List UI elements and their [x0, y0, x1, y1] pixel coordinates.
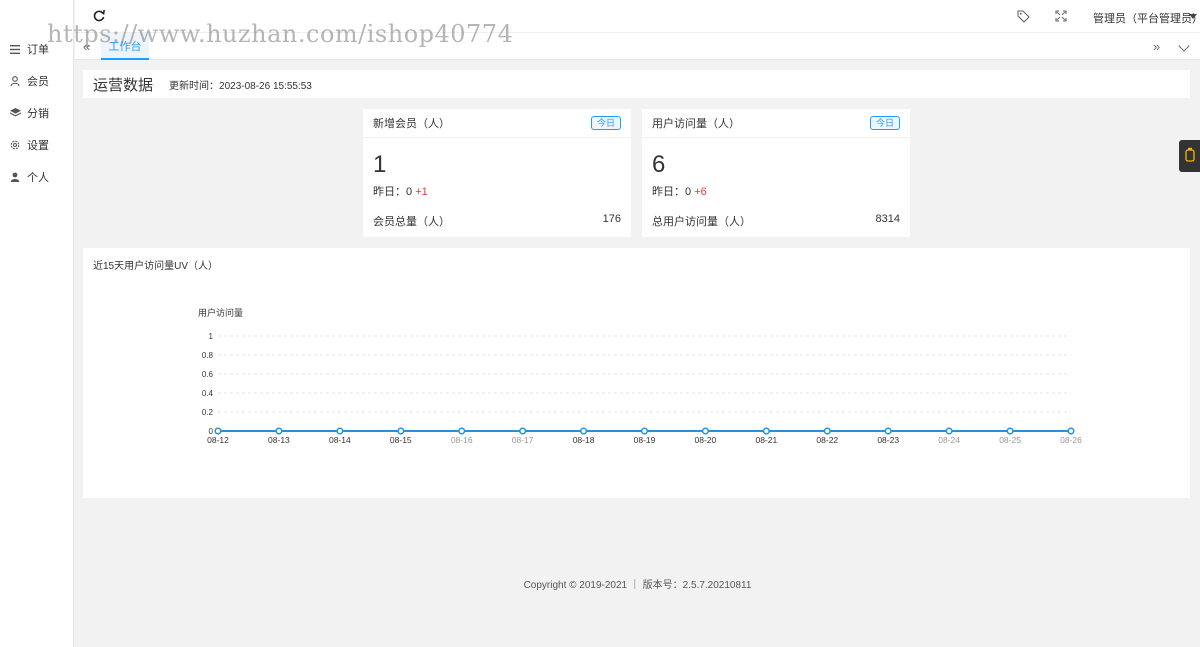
y-tick-label: 1 — [209, 332, 214, 341]
footer-copyright: Copyright © 2019-2021 ｜ 版本号：2.5.7.202108… — [523, 580, 752, 591]
user-outline-icon — [9, 75, 21, 87]
data-point — [336, 427, 344, 435]
gear-icon — [9, 139, 21, 151]
person-icon — [9, 171, 21, 183]
sidebar-item-label: 订单 — [27, 44, 49, 56]
fullscreen-icon[interactable] — [1055, 10, 1067, 25]
stat-title: 新增会员（人） — [373, 118, 450, 130]
stat-title: 用户访问量（人） — [652, 118, 740, 130]
data-point — [397, 427, 405, 435]
sidebar-item-label: 个人 — [27, 172, 49, 184]
sidebar-item-label: 会员 — [27, 76, 49, 88]
data-point — [823, 427, 831, 435]
sidebar-item-label: 分销 — [27, 108, 49, 120]
page-title: 运营数据 — [93, 76, 154, 94]
x-tick-label: 08-13 — [268, 435, 290, 445]
data-point — [1006, 427, 1014, 435]
x-tick-label: 08-22 — [816, 435, 838, 445]
x-tick-label: 08-14 — [329, 435, 351, 445]
x-tick-label: 08-16 — [451, 435, 473, 445]
sidebar-item-settings[interactable]: 设置 — [0, 133, 74, 157]
data-point — [945, 427, 953, 435]
data-point — [762, 427, 770, 435]
sidebar-item-label: 设置 — [27, 140, 49, 152]
data-point — [519, 427, 527, 435]
yesterday-label: 昨日： — [373, 186, 406, 198]
x-tick-label: 08-25 — [999, 435, 1021, 445]
stat-yesterday: 昨日：0 +1 — [373, 183, 428, 199]
list-icon — [9, 43, 21, 55]
x-tick-label: 08-12 — [207, 435, 229, 445]
yesterday-label: 昨日： — [652, 186, 685, 198]
delta-value: +6 — [694, 186, 707, 198]
x-tick-label: 08-17 — [512, 435, 534, 445]
y-axis-label: 用户访问量 — [198, 307, 243, 318]
delta-value: +1 — [415, 186, 428, 198]
sidebar-item-members[interactable]: 会员 — [0, 69, 74, 93]
sidebar-item-profile[interactable]: 个人 — [0, 165, 74, 189]
data-point — [1067, 427, 1075, 435]
y-tick-label: 0.4 — [202, 389, 214, 398]
yesterday-value: 0 — [685, 186, 692, 198]
data-point — [275, 427, 283, 435]
x-tick-label: 08-21 — [755, 435, 777, 445]
uv-chart-card: 近15天用户访问量UV（人） 用户访问量 0 0.2 0.4 0.6 0.8 1 08-12 0… — [83, 248, 1190, 498]
yesterday-value: 0 — [406, 186, 413, 198]
stat-yesterday: 昨日：0 +6 — [652, 183, 707, 199]
cup-icon — [1184, 147, 1196, 166]
tag-icon[interactable] — [1017, 10, 1030, 26]
total-value: 176 — [602, 213, 621, 225]
x-tick-label: 08-24 — [938, 435, 960, 445]
today-badge: 今日 — [590, 116, 621, 130]
total-label: 会员总量（人） — [373, 216, 450, 228]
x-tick-label: 08-18 — [573, 435, 595, 445]
x-tick-label: 08-20 — [695, 435, 717, 445]
caret-down-icon[interactable] — [1189, 14, 1197, 19]
stat-card-user-visits: 用户访问量（人） 今日 6 昨日：0 +6 总用户访问量（人） 8314 — [642, 109, 910, 237]
x-tick-label: 08-15 — [390, 435, 412, 445]
admin-menu[interactable]: 管理员（平台管理员） — [1093, 10, 1200, 26]
y-tick-label: 0.2 — [202, 408, 214, 417]
y-tick-label: 0.8 — [202, 351, 214, 360]
data-point — [458, 427, 466, 435]
layers-icon — [9, 107, 21, 119]
floating-tool-button[interactable] — [1179, 140, 1200, 172]
today-badge: 今日 — [869, 116, 900, 130]
x-tick-label: 08-19 — [634, 435, 656, 445]
sidebar-item-distribution[interactable]: 分销 — [0, 101, 74, 125]
watermark-url: https://www.huzhan.com/ishop40774 — [47, 20, 514, 48]
stat-value: 1 — [373, 151, 387, 178]
stat-card-new-members: 新增会员（人） 今日 1 昨日：0 +1 会员总量（人） 176 — [363, 109, 631, 237]
sidebar: 订单 会员 分销 设置 个人 — [0, 0, 74, 647]
data-point — [701, 427, 709, 435]
data-point — [580, 427, 588, 435]
stat-value: 6 — [652, 151, 666, 178]
total-label: 总用户访问量（人） — [652, 216, 751, 228]
x-tick-label: 08-26 — [1060, 435, 1082, 445]
y-tick-label: 0.6 — [202, 370, 214, 379]
data-point — [640, 427, 649, 435]
data-point — [214, 427, 222, 435]
stat-total-row: 会员总量（人） 176 — [373, 213, 621, 229]
data-point — [884, 427, 892, 435]
uv-line-chart: 用户访问量00.20.40.60.8108-12 08-13 08-14 08-15 0… — [198, 307, 1082, 445]
chevron-down-icon[interactable] — [1178, 40, 1190, 52]
update-time: 更新时间：2023-08-26 15:55:53 — [169, 80, 312, 92]
x-tick-label: 08-23 — [877, 435, 899, 445]
scroll-right-icon[interactable]: » — [1153, 39, 1160, 54]
total-value: 8314 — [875, 213, 900, 225]
operations-header: 运营数据 更新时间：2023-08-26 15:55:53 — [83, 70, 1190, 98]
stat-total-row: 总用户访问量（人） 8314 — [652, 213, 900, 229]
